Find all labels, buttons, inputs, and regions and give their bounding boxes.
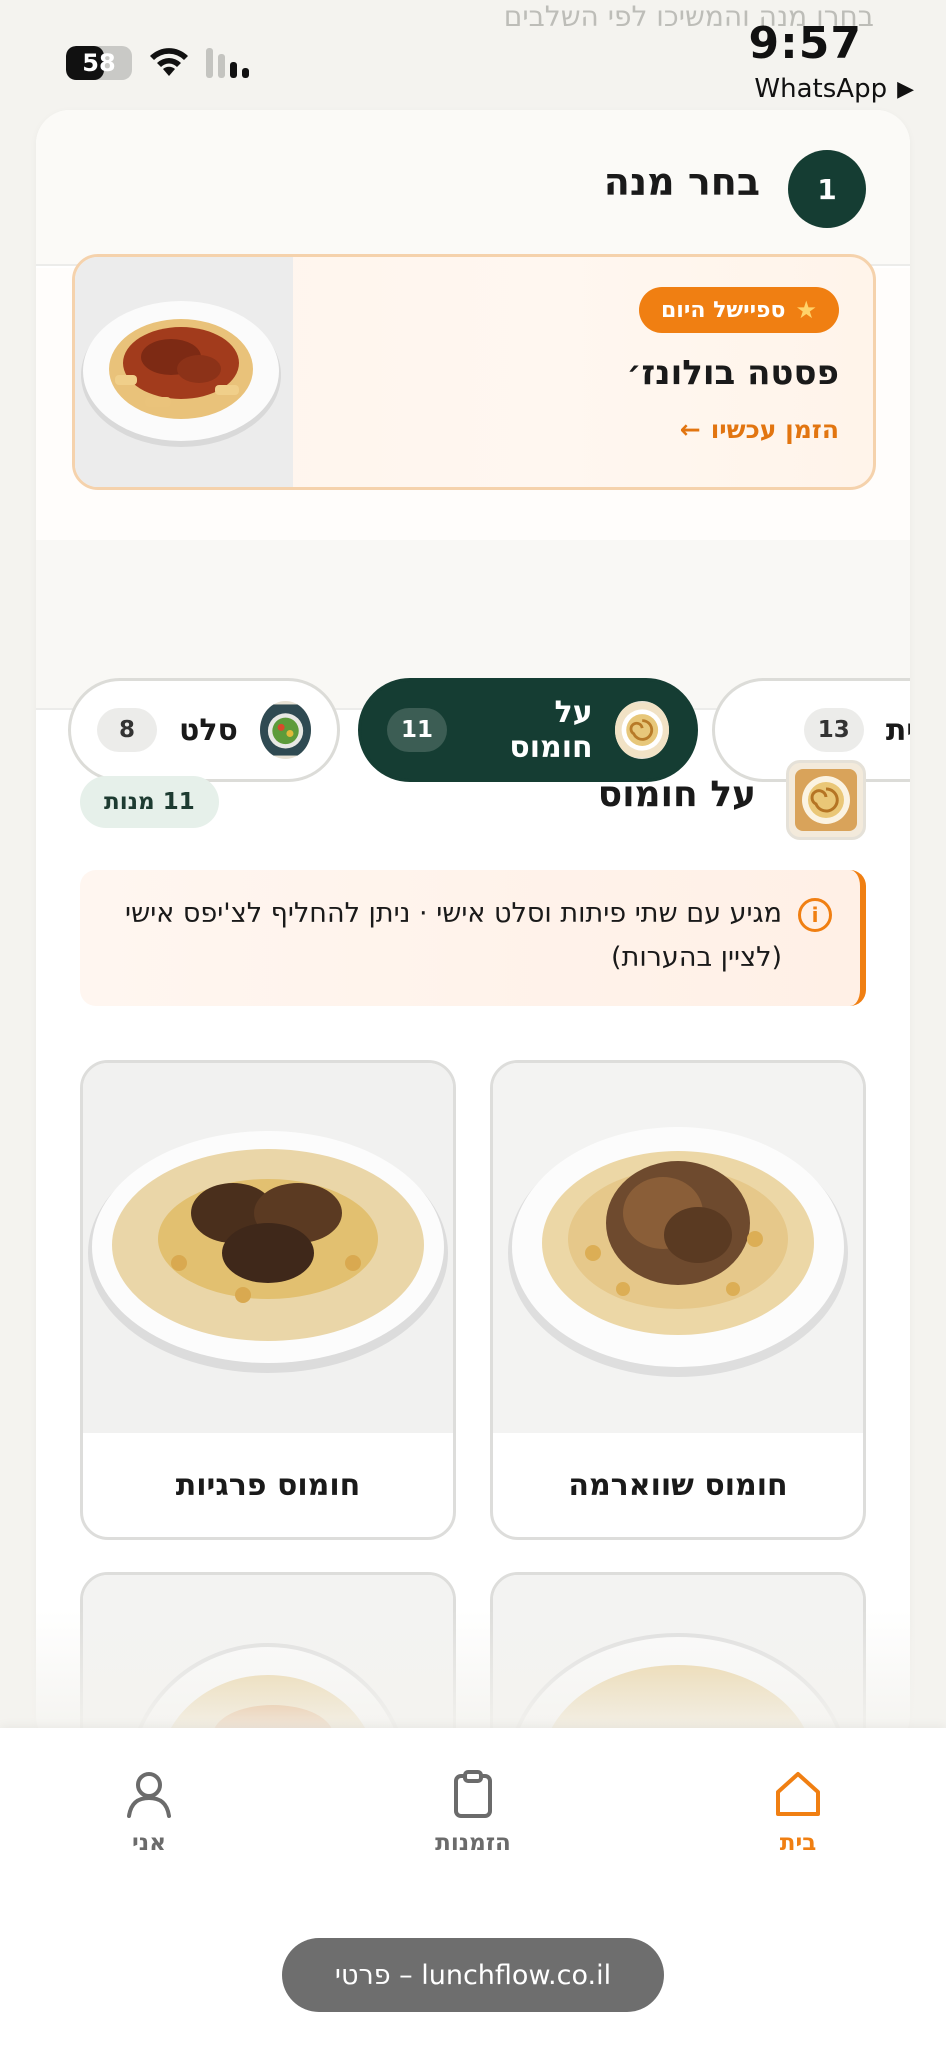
category-chips-bar: סלט 8 על חומוס 11 מגשית 13 [36, 540, 910, 782]
nav-label: בית [779, 1830, 817, 1856]
category-chip-salad[interactable]: סלט 8 [68, 678, 340, 782]
nav-home[interactable]: בית [718, 1768, 878, 1856]
play-arrow-icon: ▶ [897, 76, 914, 102]
battery-level: 58 [82, 49, 116, 77]
special-badge-label: ספיישל היום [660, 297, 786, 323]
category-label: סלט [179, 712, 238, 748]
info-icon: i [798, 898, 832, 932]
scroll-fade [0, 1610, 946, 1730]
battery-icon: 58 [66, 46, 132, 80]
category-count: 8 [97, 708, 157, 752]
nav-orders[interactable]: הזמנות [393, 1768, 553, 1856]
shawarma-hummus-image [493, 1063, 863, 1433]
category-chip-hummus[interactable]: על חומוס 11 [358, 678, 698, 782]
step-title: בחר מנה [603, 160, 760, 204]
nav-profile[interactable]: אני [69, 1768, 229, 1856]
category-label: על חומוס [509, 695, 593, 765]
chicken-thigh-hummus-image [83, 1063, 453, 1433]
nav-label: הזמנות [435, 1830, 511, 1856]
clipboard-icon [454, 1770, 492, 1818]
pasta-dish-image [75, 257, 293, 487]
cellular-signal-icon [206, 48, 249, 78]
category-count: 11 [387, 708, 447, 752]
dish-count-badge: 11 מנות [80, 776, 219, 828]
order-now-link[interactable]: הזמן עכשיו ← [680, 415, 839, 444]
hummus-section-icon [786, 760, 866, 840]
back-to-app-link[interactable]: WhatsApp ▶ [754, 74, 914, 104]
salad-bowl-icon [259, 701, 311, 759]
info-note-text: מגיע עם שתי פיתות וסלט אישי · ניתן להחלי… [125, 898, 782, 973]
dish-card[interactable]: חומוס שווארמה [490, 1060, 866, 1540]
star-icon: ★ [795, 296, 817, 324]
arrow-left-icon: ← [679, 415, 701, 444]
category-label: מגשית [885, 712, 910, 748]
user-icon [127, 1772, 171, 1818]
section-title: על חומוס [597, 774, 756, 815]
wifi-icon [148, 46, 190, 82]
nav-label: אני [132, 1830, 166, 1856]
step-number: 1 [788, 150, 866, 228]
hummus-plate-icon [614, 701, 669, 759]
dish-card[interactable]: חומוס פרגיות [80, 1060, 456, 1540]
dish-name: חומוס פרגיות [175, 1467, 361, 1503]
daily-special-banner[interactable]: ★ ספיישל היום פסטה בולונז׳ הזמן עכשיו ← [72, 254, 876, 490]
order-now-label: הזמן עכשיו [710, 415, 839, 444]
category-count: 13 [803, 708, 864, 752]
special-dish-name: פסטה בולונז׳ [626, 353, 839, 393]
step-header: 1 בחר מנה [36, 110, 910, 266]
status-time: 9:57 [748, 18, 862, 69]
menu-card: 1 בחר מנה ★ ספיישל היום פסטה בולונז׳ הזמ… [36, 110, 910, 1750]
info-note: i מגיע עם שתי פיתות וסלט אישי · ניתן להח… [80, 870, 866, 1006]
dish-name: חומוס שווארמה [568, 1467, 788, 1503]
url-bar[interactable]: lunchflow.co.il – פרטי [282, 1938, 664, 2012]
special-badge: ★ ספיישל היום [638, 287, 839, 333]
back-app-label: WhatsApp [754, 74, 888, 104]
home-icon [776, 1772, 820, 1816]
